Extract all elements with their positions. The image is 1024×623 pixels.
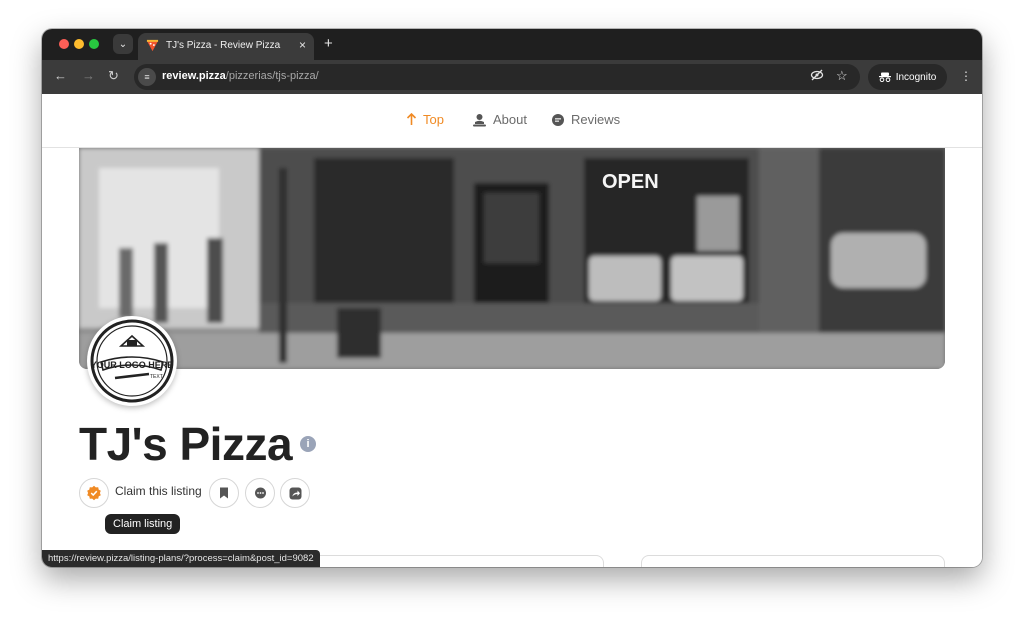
cover-photo: OPEN [79,148,945,369]
business-logo: YOUR LOGO HERE TEXT [87,316,177,406]
page-content: Top About Reviews OPEN YOUR LOGO HERE TE… [42,94,982,567]
close-window-button[interactable] [59,39,69,49]
tab-strip: ⌄ TJ's Pizza - Review Pizza × + [42,29,982,60]
storefront-image: OPEN [79,148,945,369]
link-status-bar: https://review.pizza/listing-plans/?proc… [42,550,320,567]
tab-search-chevron-icon[interactable]: ⌄ [113,34,133,54]
chat-bubble-icon [552,113,564,126]
nav-item-top[interactable]: Top [406,112,444,127]
tab-title: TJ's Pizza - Review Pizza [166,40,281,51]
nav-item-reviews[interactable]: Reviews [551,112,620,127]
pizza-slice-icon [146,39,159,52]
nav-label-about: About [493,112,527,127]
user-pin-icon [473,113,486,126]
minimize-window-button[interactable] [74,39,84,49]
incognito-badge[interactable]: Incognito [868,64,947,90]
claim-listing-label[interactable]: Claim this listing [115,484,202,498]
logo-text-main: YOUR LOGO HERE [91,360,174,370]
verified-badge-icon [87,485,101,501]
plus-icon[interactable]: + [324,35,333,52]
site-nav: Top About Reviews [42,94,982,148]
info-icon[interactable]: i [300,436,316,452]
open-sign: OPEN [602,171,659,193]
close-icon[interactable]: × [299,38,306,52]
chat-bubble-icon [254,487,266,498]
back-icon[interactable]: ← [54,68,67,83]
nav-label-top: Top [423,112,444,127]
address-bar[interactable]: ≡ review.pizza/pizzerias/tjs-pizza/ ☆ [134,64,860,90]
url-text[interactable]: review.pizza/pizzerias/tjs-pizza/ [162,70,319,82]
url-host: review.pizza [162,70,226,82]
browser-window: ⌄ TJ's Pizza - Review Pizza × + ← → ↻ ≡ … [42,29,982,567]
maximize-window-button[interactable] [89,39,99,49]
logo-text-sub: TEXT [150,374,163,380]
eye-slash-icon[interactable] [810,68,824,82]
share-icon [289,487,301,499]
tab-active[interactable]: TJ's Pizza - Review Pizza × [138,33,314,60]
reload-icon[interactable]: ↻ [108,68,119,84]
nav-item-about[interactable]: About [472,112,527,127]
browser-toolbar: ← → ↻ ≡ review.pizza/pizzerias/tjs-pizza… [42,60,982,94]
claim-listing-button[interactable] [79,478,109,508]
incognito-icon [878,72,891,82]
incognito-label: Incognito [895,71,937,83]
bookmark-icon [220,487,228,499]
bookmark-button[interactable] [209,478,239,508]
page-title: TJ's Pizza [79,418,293,470]
nav-label-reviews: Reviews [571,112,621,127]
message-button[interactable] [245,478,275,508]
share-button[interactable] [280,478,310,508]
forward-icon[interactable]: → [82,68,95,83]
content-card-right [641,555,945,567]
site-settings-icon[interactable]: ≡ [138,68,156,86]
content-card-left [300,555,604,567]
more-menu-icon[interactable]: ⋮ [960,69,972,83]
url-path: /pizzerias/tjs-pizza/ [225,70,319,82]
logo-badge-image: YOUR LOGO HERE TEXT [90,319,174,403]
star-icon[interactable]: ☆ [836,68,848,84]
arrow-up-icon [406,113,417,125]
claim-listing-tooltip: Claim listing [105,514,181,534]
